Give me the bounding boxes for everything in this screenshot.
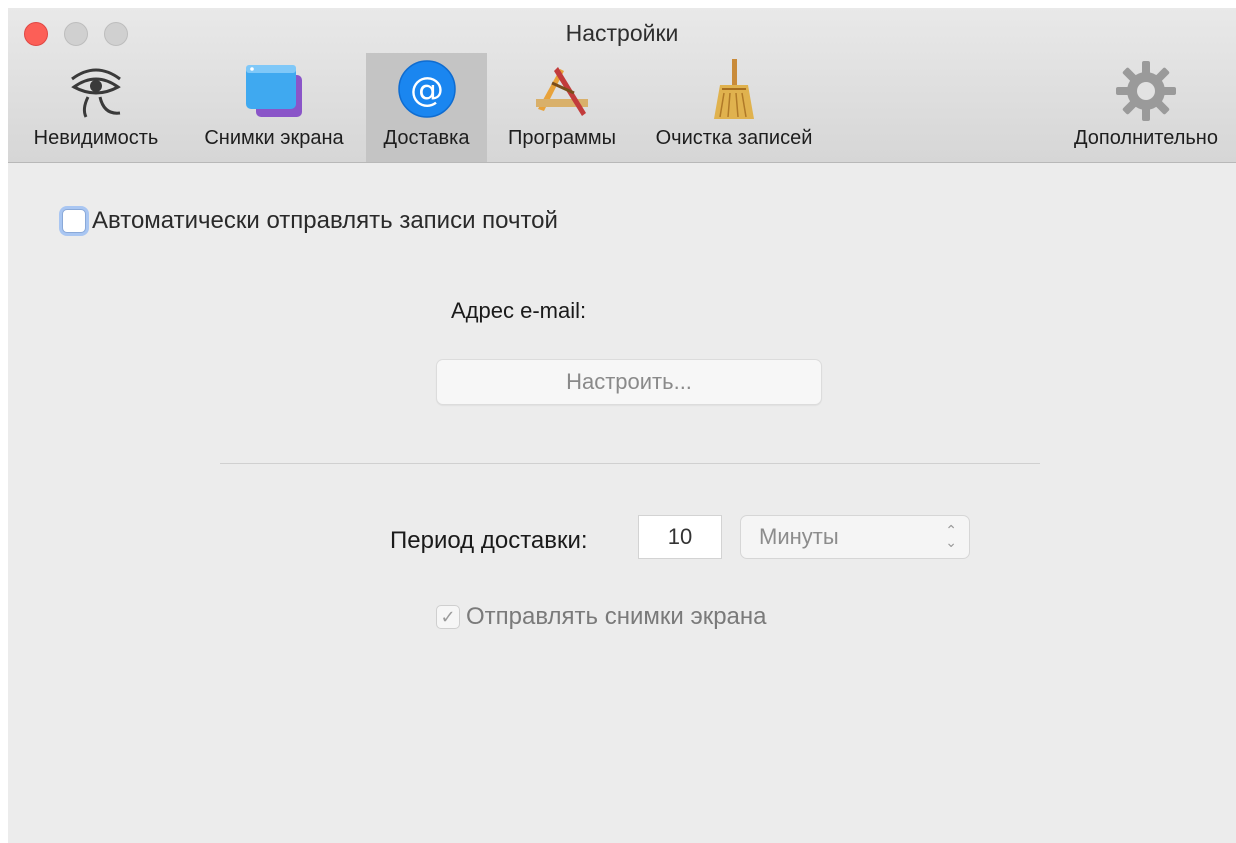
tab-applications[interactable]: Программы xyxy=(492,53,632,162)
tab-label: Дополнительно xyxy=(1074,127,1218,149)
separator xyxy=(220,463,1040,464)
delivery-period-label: Период доставки: xyxy=(390,527,588,554)
toolbar: Настройки Невидимость Снимки экрана @ До… xyxy=(8,8,1236,163)
auto-send-checkbox[interactable] xyxy=(62,209,86,233)
configure-email-button[interactable]: Настроить... xyxy=(436,359,822,405)
eye-of-horus-icon xyxy=(64,59,128,123)
svg-text:@: @ xyxy=(410,70,444,110)
auto-send-row[interactable]: Автоматически отправлять записи почтой xyxy=(62,207,558,235)
auto-send-label: Автоматически отправлять записи почтой xyxy=(92,207,558,234)
unit-select-value: Минуты xyxy=(759,524,839,549)
tab-advanced[interactable]: Дополнительно xyxy=(1058,53,1234,162)
tab-label: Очистка записей xyxy=(655,127,813,149)
tab-invisibility[interactable]: Невидимость xyxy=(20,53,172,162)
preferences-window: Настройки Невидимость Снимки экрана @ До… xyxy=(8,8,1236,843)
chevron-up-down-icon: ⌃ ⌄ xyxy=(945,522,957,550)
delivery-period-unit-select[interactable]: Минуты ⌃ ⌄ xyxy=(740,515,970,559)
tab-label: Невидимость xyxy=(33,127,159,149)
at-sign-icon: @ xyxy=(395,59,459,123)
send-screenshots-checkbox[interactable]: ✓ xyxy=(436,605,460,629)
tab-cleanup[interactable]: Очистка записей xyxy=(636,53,832,162)
email-label: Адрес e-mail: xyxy=(451,298,587,323)
send-screenshots-label: Отправлять снимки экрана xyxy=(466,603,767,630)
tab-label: Снимки экрана xyxy=(204,127,344,149)
gear-icon xyxy=(1114,59,1178,123)
tab-label: Доставка xyxy=(383,127,470,149)
send-screenshots-row[interactable]: ✓ Отправлять снимки экрана xyxy=(436,603,767,631)
window-title: Настройки xyxy=(565,20,679,46)
delivery-pane: Автоматически отправлять записи почтой А… xyxy=(8,163,1236,843)
tab-label: Программы xyxy=(507,127,617,149)
screenshots-icon xyxy=(242,59,306,123)
delivery-period-input[interactable]: 10 xyxy=(638,515,722,559)
applications-icon xyxy=(530,59,594,123)
tab-delivery[interactable]: @ Доставка xyxy=(366,53,487,162)
tab-screenshots[interactable]: Снимки экрана xyxy=(184,53,364,162)
broom-icon xyxy=(702,59,766,123)
